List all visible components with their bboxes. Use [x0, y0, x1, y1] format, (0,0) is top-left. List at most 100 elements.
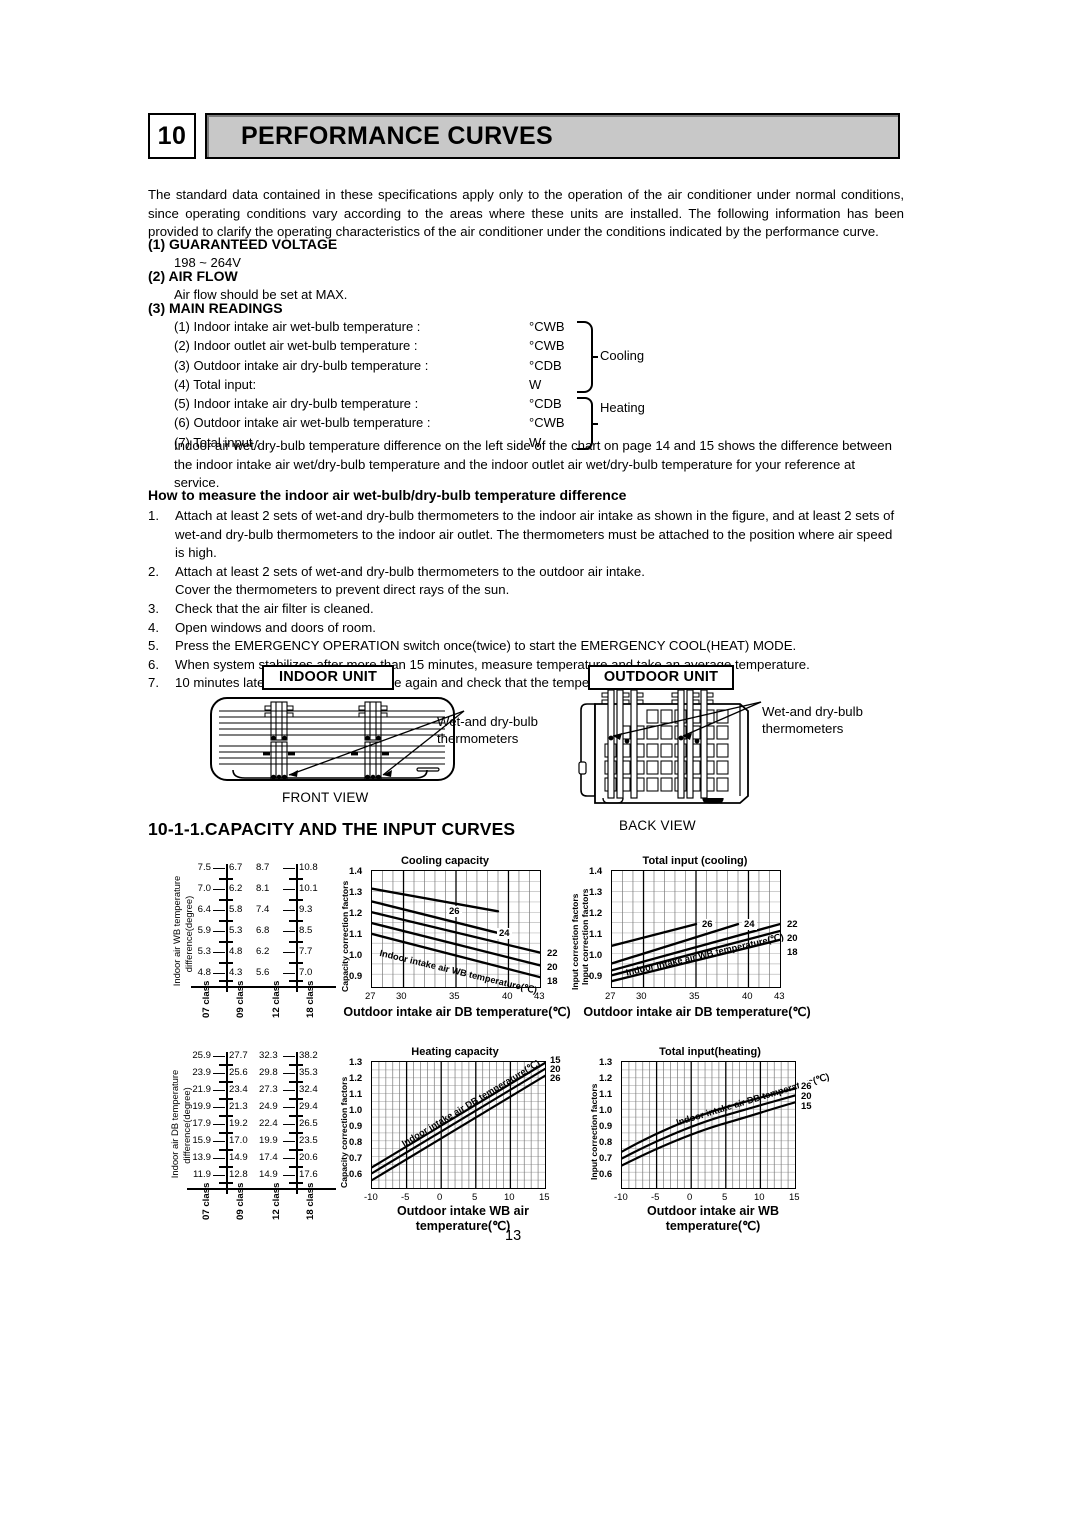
scale-dash	[283, 952, 295, 953]
scale-value: 25.9	[179, 1050, 211, 1061]
curve-label-22: 22	[545, 948, 560, 959]
y-tick: 1.0	[349, 950, 362, 961]
scale-tick	[219, 1081, 233, 1083]
scale-value: 35.3	[299, 1067, 331, 1078]
y-tick: 1.2	[349, 1073, 362, 1084]
y-tick: 1.2	[349, 908, 362, 919]
scale-value: 10.8	[299, 862, 327, 873]
scale-tick	[219, 941, 233, 943]
y-tick: 1.3	[349, 1057, 362, 1068]
total-input-heating-title: Total input(heating)	[615, 1046, 805, 1058]
reading-row: (4) Total input: W	[174, 377, 734, 396]
list-item: 2. Attach at least 2 sets of wet-and dry…	[148, 563, 904, 600]
scale-dash	[213, 910, 225, 911]
scale-tick	[219, 980, 233, 982]
scale-value: 21.3	[229, 1101, 261, 1112]
scale-tick	[289, 1149, 303, 1151]
scale-value: 4.8	[185, 967, 211, 978]
x-tick: -10	[364, 1192, 378, 1203]
total-input-cooling-title: Total input (cooling)	[600, 855, 790, 867]
scale-tick	[219, 1182, 233, 1184]
scale-dash	[213, 1141, 225, 1142]
scale-value: 7.7	[299, 946, 327, 957]
document-page: 10 PERFORMANCE CURVES The standard data …	[0, 0, 1080, 1531]
class-label-07: 07 class	[201, 1183, 212, 1220]
scale-dash	[213, 889, 225, 890]
x-tick: -10	[614, 1192, 628, 1203]
scale-dash	[283, 1158, 295, 1159]
scale-tick	[289, 980, 303, 982]
scale-value: 23.9	[179, 1067, 211, 1078]
scale-dash	[213, 931, 225, 932]
x-tick: 5	[722, 1192, 727, 1203]
reading-row: (6) Outdoor intake air wet-bulb temperat…	[174, 415, 734, 434]
scale-value: 25.6	[229, 1067, 261, 1078]
scale-dash	[213, 1107, 225, 1108]
y-tick: 0.6	[599, 1169, 612, 1180]
y-tick: 1.0	[599, 1105, 612, 1116]
heating-difference-scale: Indoor air DB temperature difference(deg…	[163, 1050, 338, 1220]
page-title: PERFORMANCE CURVES	[207, 122, 553, 151]
x-tick: 10	[504, 1192, 515, 1203]
x-tick: 35	[689, 991, 700, 1002]
y-tick: 1.4	[349, 866, 362, 877]
scale-value: 5.8	[229, 904, 255, 915]
curve-label-20: 20	[545, 962, 560, 973]
curve-label-20: 20	[785, 933, 800, 944]
x-tick: -5	[651, 1192, 659, 1203]
scale-tick	[289, 899, 303, 901]
scale-value: 23.4	[229, 1084, 261, 1095]
curve-label-24: 24	[497, 928, 512, 939]
scale-value: 8.1	[256, 883, 282, 894]
scale-tick	[289, 1115, 303, 1117]
scale-dash	[283, 1056, 295, 1057]
scale-tick	[289, 1132, 303, 1134]
cooling-brace-nub	[591, 356, 598, 358]
main-readings-label: (3) MAIN READINGS	[148, 300, 283, 316]
y-tick: 1.1	[589, 929, 602, 940]
list-item: 1. Attach at least 2 sets of wet-and dry…	[148, 507, 904, 563]
scale-tick	[289, 1098, 303, 1100]
scale-dash	[213, 973, 225, 974]
scale-tick	[289, 878, 303, 880]
scale-value: 20.6	[299, 1152, 331, 1163]
y-tick: 0.7	[599, 1153, 612, 1164]
class-label-12: 12 class	[271, 1183, 282, 1220]
air-flow-label: (2) AIR FLOW	[148, 268, 238, 284]
scale-tick	[219, 1115, 233, 1117]
scale-value: 17.9	[179, 1118, 211, 1129]
scale-tick	[289, 1166, 303, 1168]
indoor-unit-diagram	[205, 694, 465, 794]
x-tick: 40	[502, 991, 513, 1002]
scale-tick	[219, 1098, 233, 1100]
scale-value: 5.3	[229, 925, 255, 936]
list-item: 3. Check that the air filter is cleaned.	[148, 600, 904, 619]
y-tick: 0.6	[349, 1169, 362, 1180]
y-tick: 0.7	[349, 1153, 362, 1164]
intro-paragraph: The standard data contained in these spe…	[148, 186, 904, 242]
scale-value: 5.6	[256, 967, 282, 978]
scale-value: 8.7	[256, 862, 282, 873]
scale-value: 6.7	[229, 862, 255, 873]
scale-value: 8.5	[299, 925, 327, 936]
page-number: 13	[505, 1228, 521, 1244]
x-tick: 30	[396, 991, 407, 1002]
y-tick: 1.0	[349, 1105, 362, 1116]
scale-dash	[283, 973, 295, 974]
back-view-label: BACK VIEW	[619, 818, 696, 833]
scale-value: 23.5	[299, 1135, 331, 1146]
reading-row: (2) Indoor outlet air wet-bulb temperatu…	[174, 338, 734, 357]
scale-dash	[283, 1141, 295, 1142]
scale-dash	[213, 1175, 225, 1176]
scale-value: 4.3	[229, 967, 255, 978]
scale-value: 9.3	[299, 904, 327, 915]
section-title-bar: PERFORMANCE CURVES	[205, 113, 900, 159]
scale-value: 6.8	[256, 925, 282, 936]
x-tick: 43	[534, 991, 545, 1002]
howto-heading: How to measure the indoor air wet-bulb/d…	[148, 487, 626, 503]
reference-note: Indoor air wet/dry-bulb temperature diff…	[174, 437, 898, 493]
scale-dash	[213, 1158, 225, 1159]
scale-value: 5.3	[185, 946, 211, 957]
x-tick: 30	[636, 991, 647, 1002]
scale-value: 6.4	[185, 904, 211, 915]
